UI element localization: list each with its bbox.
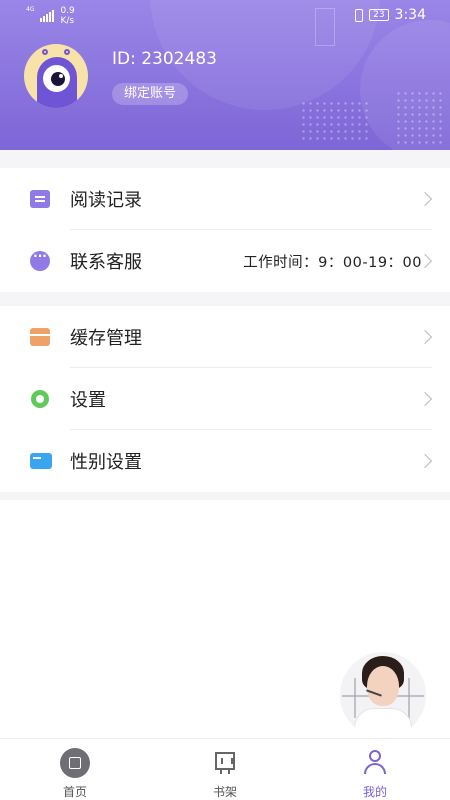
menu-item-cache-management[interactable]: 缓存管理 xyxy=(0,306,450,368)
user-icon xyxy=(363,750,387,774)
customer-service-float-button[interactable] xyxy=(340,652,426,738)
avatar[interactable] xyxy=(24,44,88,108)
avatar-antenna xyxy=(64,49,70,55)
gear-icon xyxy=(31,390,49,408)
bind-account-button[interactable]: 绑定账号 xyxy=(112,83,189,105)
cs-agent-body xyxy=(354,708,412,738)
battery-level: 23 xyxy=(373,10,385,20)
network-type: 4G xyxy=(26,6,35,13)
vibrate-icon xyxy=(355,8,364,22)
avatar-antenna xyxy=(42,49,48,55)
cs-decoration xyxy=(354,678,356,718)
menu-item-contact-service[interactable]: 联系客服 工作时间：9：00-19：00 xyxy=(0,230,450,292)
chevron-right-icon xyxy=(417,391,433,407)
home-icon xyxy=(60,748,90,778)
status-bar: 4G 0.9 K/s 23 3:34 xyxy=(0,0,450,32)
battery-icon: 23 xyxy=(369,9,389,21)
menu-item-label: 设置 xyxy=(70,390,106,411)
tab-label: 书架 xyxy=(212,785,237,799)
reading-record-icon xyxy=(30,190,50,208)
tab-mine[interactable]: 我的 xyxy=(300,739,450,800)
bookshelf-icon-stand xyxy=(220,770,230,774)
signal-icon xyxy=(40,8,55,22)
section-gap xyxy=(0,292,450,306)
cs-decoration xyxy=(408,678,410,718)
header-dot-pattern xyxy=(395,90,445,145)
chevron-right-icon xyxy=(417,191,433,207)
menu-group-1: 阅读记录 联系客服 工作时间：9：00-19：00 xyxy=(0,168,450,292)
menu-item-reading-record[interactable]: 阅读记录 xyxy=(0,168,450,230)
menu-item-settings[interactable]: 设置 xyxy=(0,368,450,430)
menu-group-2: 缓存管理 设置 性别设置 xyxy=(0,306,450,492)
tab-bookshelf[interactable]: 书架 xyxy=(150,739,300,800)
cache-box-icon xyxy=(30,328,50,346)
tab-home[interactable]: 首页 xyxy=(0,739,150,800)
bookshelf-icon xyxy=(215,752,235,770)
menu-item-label: 联系客服 xyxy=(70,252,142,273)
clock: 3:34 xyxy=(394,7,426,23)
avatar-pupil xyxy=(51,72,65,86)
menu-item-gender-settings[interactable]: 性别设置 xyxy=(0,430,450,492)
section-gap xyxy=(0,492,450,500)
bottom-tab-bar: 首页 书架 我的 xyxy=(0,738,450,800)
menu-item-label: 缓存管理 xyxy=(70,328,142,349)
avatar-eye-shine xyxy=(59,74,63,78)
menu-item-label: 性别设置 xyxy=(70,452,142,473)
network-speed: 0.9 K/s xyxy=(60,6,74,26)
tab-label: 首页 xyxy=(62,785,87,799)
network-speed-unit: K/s xyxy=(60,16,75,26)
tab-label: 我的 xyxy=(362,785,387,799)
section-gap xyxy=(0,150,450,168)
chat-bubble-icon xyxy=(30,249,50,271)
gender-card-icon xyxy=(30,453,52,469)
header-dot-pattern xyxy=(300,100,370,140)
chevron-right-icon xyxy=(417,453,433,469)
chevron-right-icon xyxy=(417,329,433,345)
service-hours: 工作时间：9：00-19：00 xyxy=(243,254,422,271)
network-speed-value: 0.9 xyxy=(60,6,75,16)
user-id: ID: 2302483 xyxy=(112,49,217,69)
cs-agent-face xyxy=(367,666,399,706)
menu-item-label: 阅读记录 xyxy=(70,190,142,211)
